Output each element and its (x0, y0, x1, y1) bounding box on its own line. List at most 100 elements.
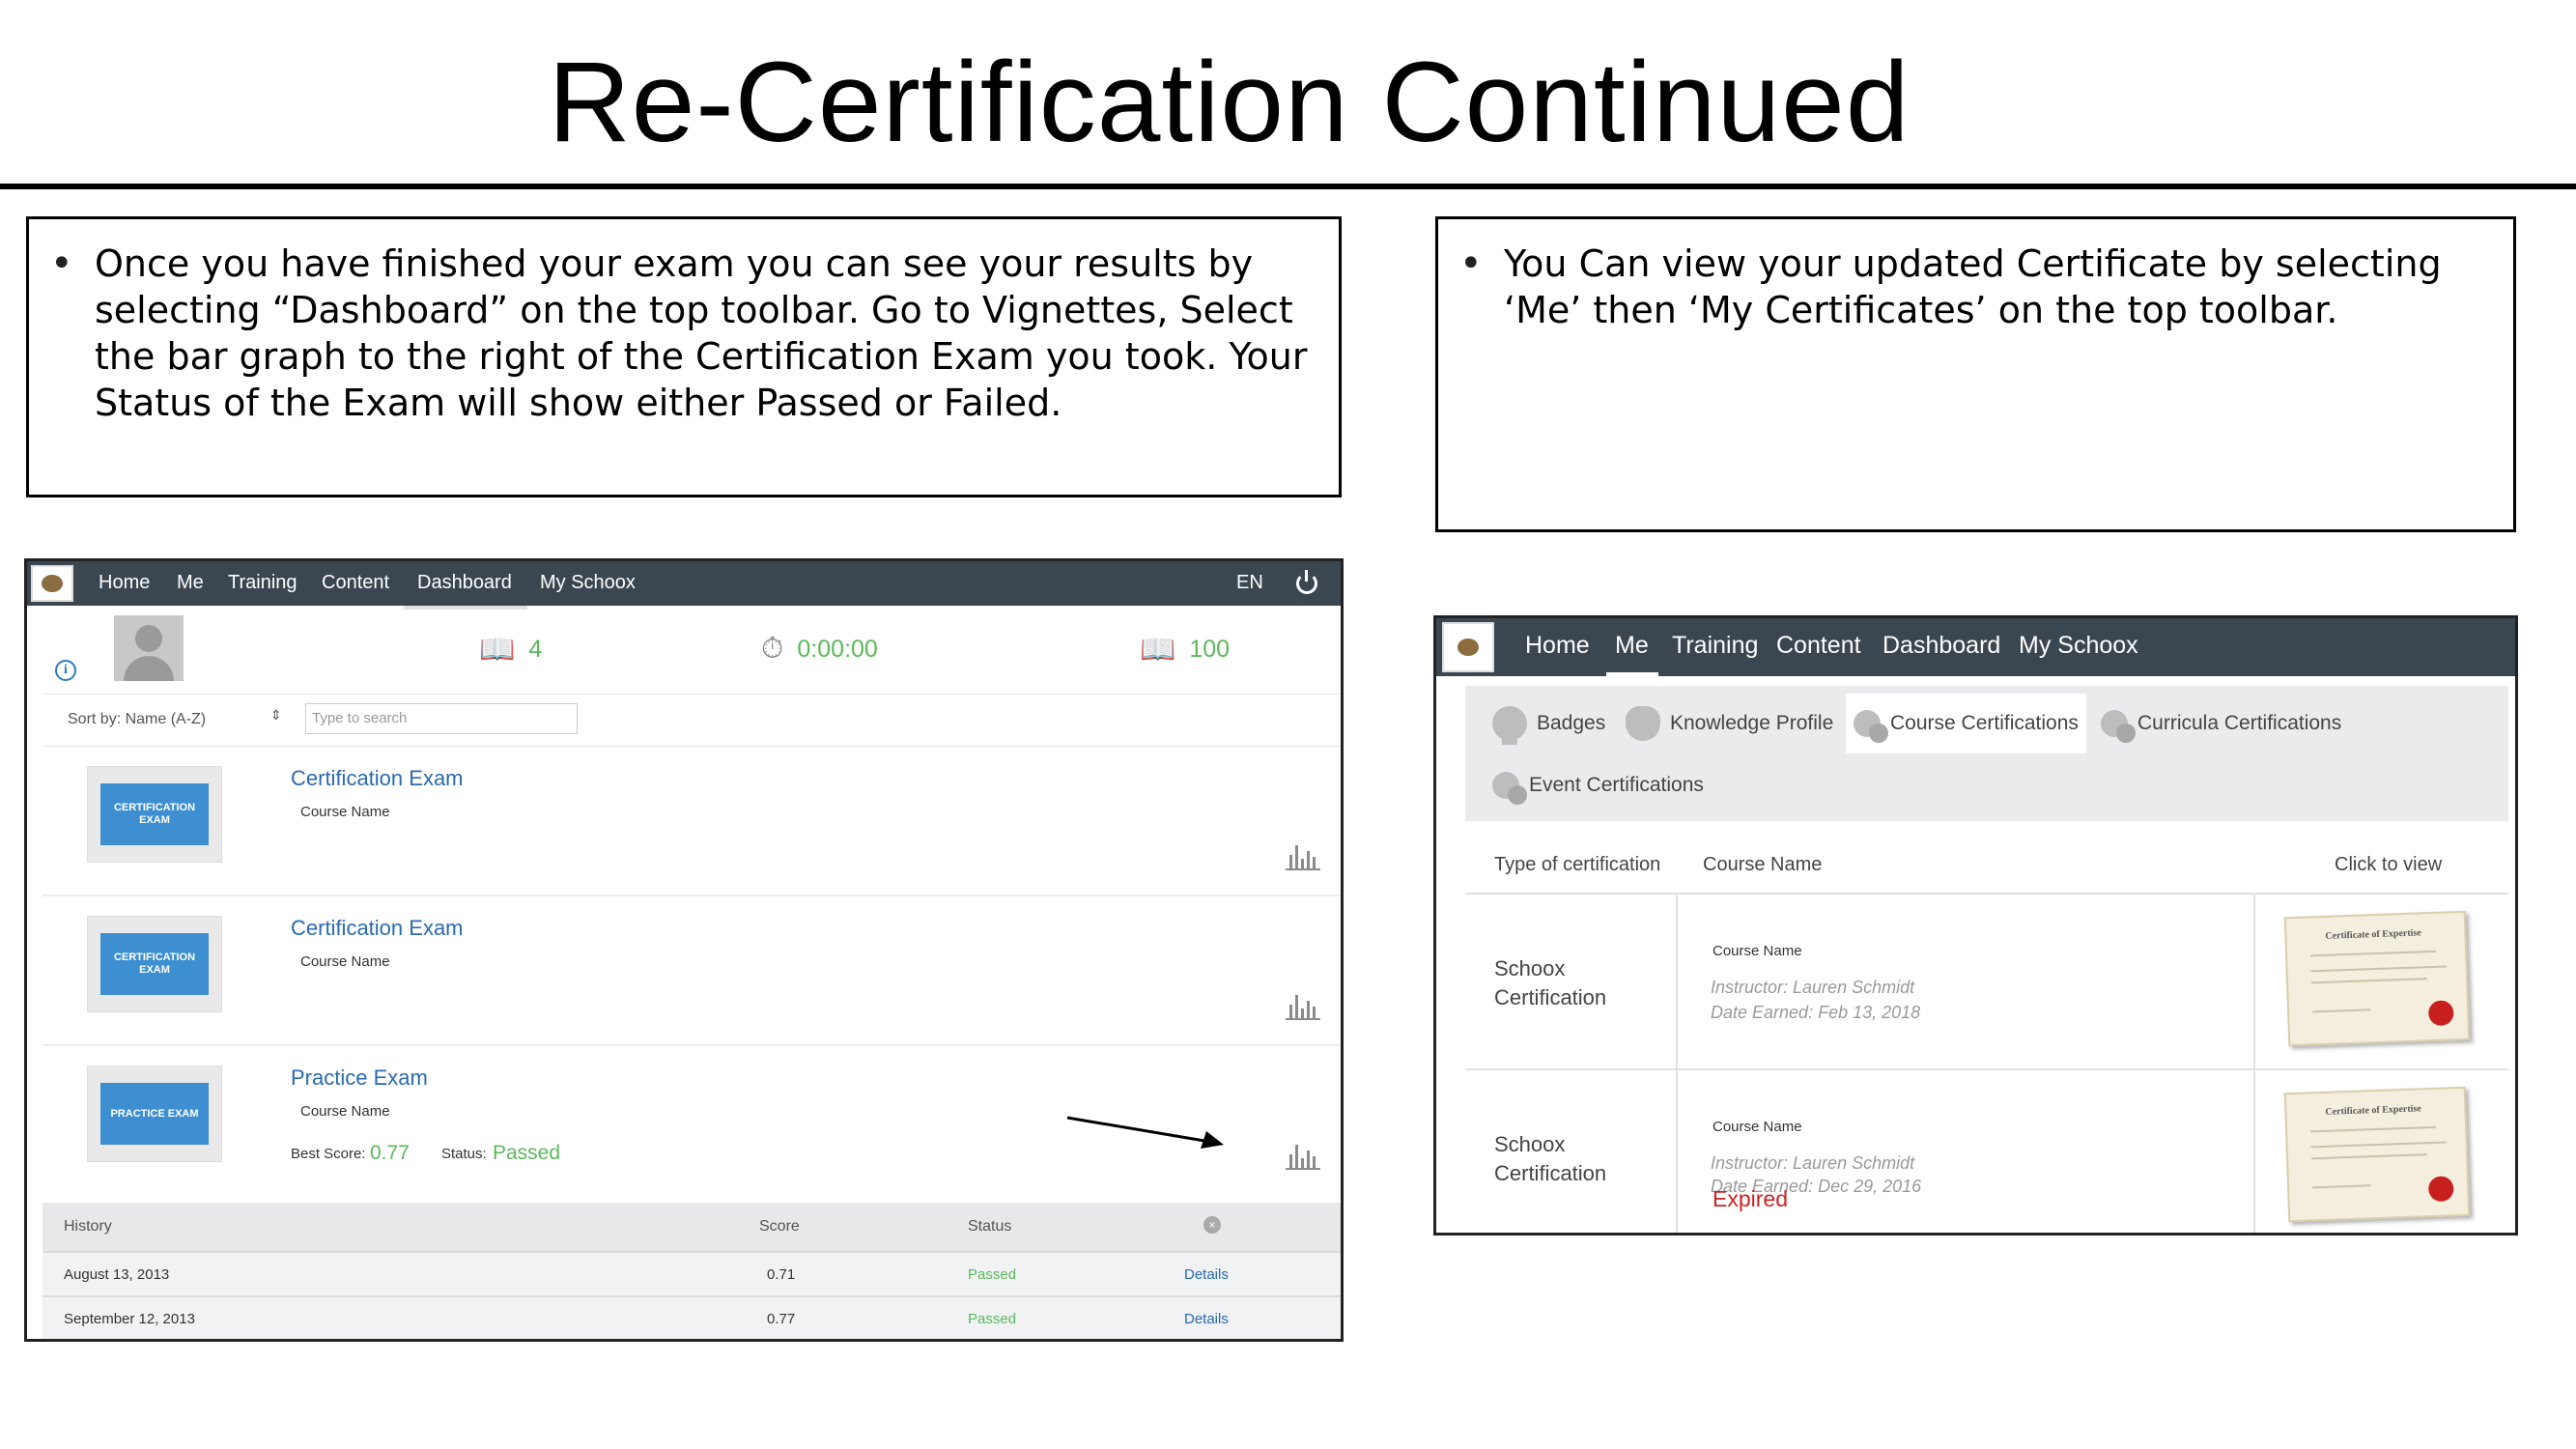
certificate-icon (2101, 710, 2136, 743)
nav-content[interactable]: Content (1776, 632, 1861, 660)
table-header: Type of certification Course Name Click … (1465, 833, 2508, 895)
exam-course-name: Course Name (300, 804, 390, 820)
certificate-icon (1492, 772, 1527, 805)
tab-course-certifications[interactable]: Course Certifications (1846, 694, 2086, 753)
details-link[interactable]: Details (1184, 1311, 1229, 1327)
bullet: • (50, 242, 73, 286)
exam-thumbnail[interactable]: PRACTICE EXAM (87, 1065, 222, 1162)
table-row: September 12, 2013 0.77 Passed Details (42, 1295, 1341, 1339)
stat-points-value: 100 (1189, 636, 1231, 663)
bar-chart-icon[interactable] (1286, 1141, 1320, 1170)
nav-dashboard[interactable]: Dashboard (417, 572, 512, 594)
nav-home[interactable]: Home (99, 572, 150, 594)
badge-icon (1492, 706, 1527, 745)
nav-me[interactable]: Me (177, 572, 204, 594)
chevron-updown-icon[interactable]: ⇕ (270, 708, 282, 724)
stat-vignettes: 📖 4 (479, 633, 542, 667)
language-selector[interactable]: EN (1236, 572, 1263, 594)
history-status: Passed (968, 1266, 1017, 1283)
list-item: CERTIFICATION EXAM Certification Exam Co… (42, 747, 1341, 896)
logo-icon[interactable] (1442, 622, 1494, 672)
exam-title-link[interactable]: Certification Exam (291, 766, 464, 791)
tab-event-certifications[interactable]: Event Certifications (1485, 755, 1712, 815)
dashboard-screenshot: Home Me Training Content Dashboard My Sc… (24, 558, 1344, 1342)
bar-chart-icon[interactable] (1286, 991, 1320, 1020)
stat-points: 📖 100 (1140, 633, 1230, 667)
certificate-thumbnail[interactable]: Certificate of Expertise (2283, 1086, 2471, 1223)
top-navbar: Home Me Training Content Dashboard My Sc… (1436, 618, 2515, 676)
power-icon[interactable] (1296, 570, 1317, 594)
exam-title-link[interactable]: Certification Exam (291, 916, 464, 941)
status-badge: Passed (493, 1142, 561, 1164)
pointer-arrow (1066, 1116, 1224, 1149)
bullet: • (1459, 242, 1483, 286)
nav-dashboard[interactable]: Dashboard (1882, 632, 2000, 660)
left-instruction-text: Once you have finished your exam you can… (95, 242, 1308, 424)
tab-curricula-certifications[interactable]: Curricula Certifications (2093, 694, 2349, 753)
nav-training[interactable]: Training (228, 572, 297, 594)
tab-badges[interactable]: Badges (1485, 694, 1613, 753)
history-status: Passed (968, 1311, 1017, 1327)
exam-title-link[interactable]: Practice Exam (291, 1065, 428, 1091)
history-col-header: History (64, 1218, 112, 1235)
bar-chart-icon[interactable] (1286, 841, 1320, 870)
left-instruction-box: • Once you have finished your exam you c… (26, 216, 1342, 497)
logo-icon[interactable] (31, 565, 73, 602)
details-link[interactable]: Details (1184, 1266, 1229, 1283)
history-score: 0.77 (767, 1311, 796, 1327)
close-icon[interactable]: × (1203, 1216, 1221, 1234)
best-score-label: Best Score: (291, 1146, 366, 1162)
table-row: Schoox Certification Course Name Instruc… (1465, 895, 2508, 1070)
nav-my-schoox[interactable]: My Schoox (2019, 632, 2138, 660)
top-navbar: Home Me Training Content Dashboard My Sc… (27, 561, 1341, 606)
status-label: Status: (441, 1146, 487, 1162)
owl-icon (1626, 706, 1660, 741)
stat-time: ⏱ 0:00:00 (761, 633, 878, 666)
certificate-tabs: Badges Knowledge Profile Course Certific… (1465, 686, 2508, 821)
instructor-name: Instructor: Lauren Schmidt (1711, 978, 1915, 997)
seal-icon (2427, 1176, 2454, 1203)
list-item: CERTIFICATION EXAM Certification Exam Co… (42, 896, 1341, 1046)
stat-time-value: 0:00:00 (797, 635, 878, 663)
stats-row: i 📖 4 ⏱ 0:00:00 📖 100 (42, 610, 1341, 695)
instructor-name: Instructor: Lauren Schmidt (1711, 1153, 1915, 1173)
active-nav-indicator (1606, 672, 1658, 676)
best-score-value: 0.77 (370, 1142, 410, 1164)
nav-my-schoox[interactable]: My Schoox (540, 572, 636, 594)
score-col-header: Score (759, 1218, 800, 1235)
search-input[interactable]: Type to search (305, 703, 578, 734)
certification-type: Schoox Certification (1494, 956, 1607, 1009)
exam-thumbnail[interactable]: CERTIFICATION EXAM (87, 766, 222, 863)
nav-content[interactable]: Content (322, 572, 389, 594)
table-row: August 13, 2013 0.71 Passed Details (42, 1251, 1341, 1295)
slide-title: Re-Certification Continued (548, 39, 1911, 166)
course-name: Course Name (1713, 943, 1802, 959)
certificate-thumbnail[interactable]: Certificate of Expertise (2283, 910, 2471, 1047)
right-instruction-box: • You Can view your updated Certificate … (1435, 216, 2516, 532)
history-date: September 12, 2013 (64, 1311, 195, 1327)
history-date: August 13, 2013 (64, 1266, 170, 1283)
table-row: Schoox Certification Course Name Instruc… (1465, 1070, 2508, 1233)
history-score: 0.71 (767, 1266, 796, 1283)
nav-me[interactable]: Me (1615, 632, 1649, 660)
view-col-header: Click to view (2335, 854, 2443, 875)
tab-knowledge-profile[interactable]: Knowledge Profile (1618, 694, 1841, 753)
right-instruction-text: You Can view your updated Certificate by… (1504, 242, 2442, 331)
info-icon[interactable]: i (55, 660, 76, 681)
book-icon: 📖 (479, 634, 516, 666)
title-divider (0, 184, 2576, 189)
stat-vignettes-value: 4 (528, 636, 543, 663)
sort-row: Sort by: Name (A-Z) ⇕ Type to search (42, 695, 1341, 747)
history-header: History Score Status × (42, 1203, 1341, 1251)
avatar (114, 615, 184, 681)
book-icon: 📖 (1140, 634, 1176, 666)
sort-dropdown[interactable]: Sort by: Name (A-Z) (68, 711, 206, 728)
exam-thumbnail[interactable]: CERTIFICATION EXAM (87, 916, 222, 1012)
course-name: Course Name (1713, 1119, 1802, 1135)
nav-home[interactable]: Home (1525, 632, 1590, 660)
stopwatch-icon: ⏱ (761, 633, 784, 665)
seal-icon (2427, 1000, 2454, 1027)
exam-course-name: Course Name (300, 1103, 390, 1120)
date-earned: Date Earned: Feb 13, 2018 (1711, 1003, 1921, 1022)
nav-training[interactable]: Training (1672, 632, 1758, 660)
